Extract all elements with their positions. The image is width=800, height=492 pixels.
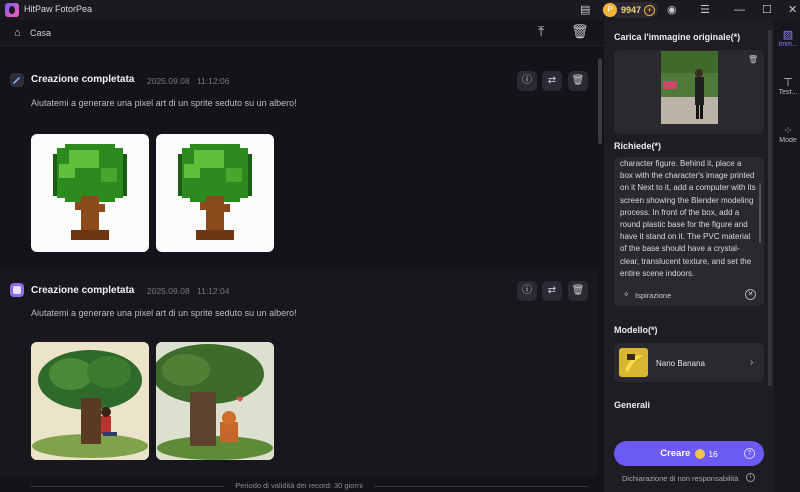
item-prompt: Aiutatemi a generare una pixel art di un… bbox=[31, 308, 297, 318]
item-title: Creazione completata bbox=[31, 74, 135, 85]
create-cost: 16 bbox=[708, 448, 718, 459]
item-time: 11:12:06 bbox=[197, 76, 230, 86]
general-label: Generali bbox=[614, 400, 651, 410]
grid-icon: ⁘ bbox=[783, 125, 793, 137]
coin-icon: P bbox=[603, 3, 617, 17]
notes-icon[interactable]: ▤ bbox=[580, 3, 590, 17]
pixel-tree-image bbox=[178, 144, 252, 240]
delete-button[interactable]: 🗑 bbox=[568, 71, 588, 91]
coin-icon bbox=[695, 448, 706, 459]
image-icon bbox=[10, 283, 24, 297]
regenerate-button[interactable]: ⇄ bbox=[542, 71, 562, 91]
rail-label: Imm... bbox=[778, 41, 798, 48]
home-icon[interactable]: ⌂ bbox=[14, 27, 21, 39]
info-icon[interactable]: i bbox=[746, 473, 755, 482]
title-bar: HitPaw FotorPea ▤ P 9947 + ◉ ☰ — ☐ ✕ bbox=[0, 0, 800, 20]
result-image[interactable] bbox=[31, 342, 149, 460]
pixel-tree-image bbox=[53, 144, 127, 240]
model-label: Modello(*) bbox=[614, 325, 658, 335]
result-image[interactable] bbox=[156, 134, 274, 252]
chevron-right-icon[interactable]: › bbox=[750, 357, 753, 368]
result-image[interactable] bbox=[156, 342, 274, 460]
regenerate-button[interactable]: ⇄ bbox=[542, 281, 562, 301]
help-icon[interactable]: ? bbox=[744, 448, 755, 459]
rail-item-text[interactable]: ⊤ Test... bbox=[776, 76, 800, 96]
app-title: HitPaw FotorPea bbox=[24, 4, 93, 14]
minimize-icon[interactable]: — bbox=[734, 3, 745, 17]
pen-icon bbox=[10, 73, 24, 87]
home-link[interactable]: Casa bbox=[30, 28, 51, 38]
rail-item-image[interactable]: ▨ Imm... bbox=[776, 28, 800, 48]
model-thumbnail bbox=[619, 348, 648, 377]
result-image[interactable] bbox=[31, 134, 149, 252]
text-icon: ⊤ bbox=[783, 77, 793, 89]
request-label: Richiede(*) bbox=[614, 141, 662, 151]
uploaded-photo[interactable] bbox=[661, 51, 718, 124]
rail-item-models[interactable]: ⁘ Mode bbox=[776, 124, 800, 144]
upload-top-icon[interactable]: ⤒ bbox=[538, 23, 544, 40]
delete-button[interactable]: 🗑 bbox=[568, 281, 588, 301]
item-date: 2025.09.08 bbox=[147, 286, 190, 296]
maximize-icon[interactable]: ☐ bbox=[762, 3, 772, 17]
coin-balance[interactable]: P 9947 + bbox=[602, 2, 658, 18]
disclaimer-link[interactable]: Dichiarazione di non responsabilità bbox=[622, 474, 738, 483]
create-label: Creare bbox=[660, 448, 691, 459]
item-date: 2025.09.08 bbox=[147, 76, 190, 86]
rail-label: Test... bbox=[778, 89, 798, 96]
lightbulb-icon[interactable]: ✧ bbox=[623, 290, 630, 299]
delete-all-icon[interactable]: 🗑 bbox=[571, 23, 589, 40]
prompt-scrollbar[interactable] bbox=[759, 183, 761, 243]
image-icon: ▨ bbox=[782, 29, 794, 41]
app-window: HitPaw FotorPea ▤ P 9947 + ◉ ☰ — ☐ ✕ ⌂ C… bbox=[0, 0, 800, 492]
main-header bbox=[0, 20, 604, 46]
coin-count: 9947 bbox=[621, 5, 642, 15]
info-button[interactable]: ⓘ bbox=[517, 71, 537, 91]
item-prompt: Aiutatemi a generare una pixel art di un… bbox=[31, 98, 297, 108]
tree-fox-image bbox=[156, 342, 274, 460]
app-logo bbox=[5, 3, 19, 17]
remove-image-icon[interactable]: 🗑 bbox=[748, 55, 758, 64]
retention-note: Periodo di validità dei record: 30 giorn… bbox=[235, 481, 363, 490]
info-button[interactable]: ⓘ bbox=[517, 281, 537, 301]
person-photo bbox=[661, 51, 718, 124]
item-time: 11:12:04 bbox=[197, 286, 230, 296]
tree-girl-image bbox=[31, 342, 149, 460]
close-icon[interactable]: ✕ bbox=[788, 3, 797, 17]
menu-icon[interactable]: ☰ bbox=[700, 3, 710, 17]
rail-label: Mode bbox=[779, 137, 797, 144]
panel-scrollbar[interactable] bbox=[768, 30, 772, 386]
inspiration-button[interactable]: Ispirazione bbox=[635, 291, 671, 300]
clear-prompt-icon[interactable]: ✕ bbox=[745, 289, 756, 300]
add-coins-icon[interactable]: + bbox=[644, 4, 656, 16]
upload-label: Carica l'immagine originale(*) bbox=[614, 32, 741, 42]
model-name: Nano Banana bbox=[656, 359, 705, 368]
feed-scrollbar[interactable] bbox=[598, 58, 602, 144]
item-title: Creazione completata bbox=[31, 285, 135, 296]
account-icon[interactable]: ◉ bbox=[667, 3, 677, 17]
create-button[interactable]: Creare 16 bbox=[614, 441, 764, 466]
prompt-text[interactable]: character figure. Behind it, place a box… bbox=[620, 158, 756, 288]
